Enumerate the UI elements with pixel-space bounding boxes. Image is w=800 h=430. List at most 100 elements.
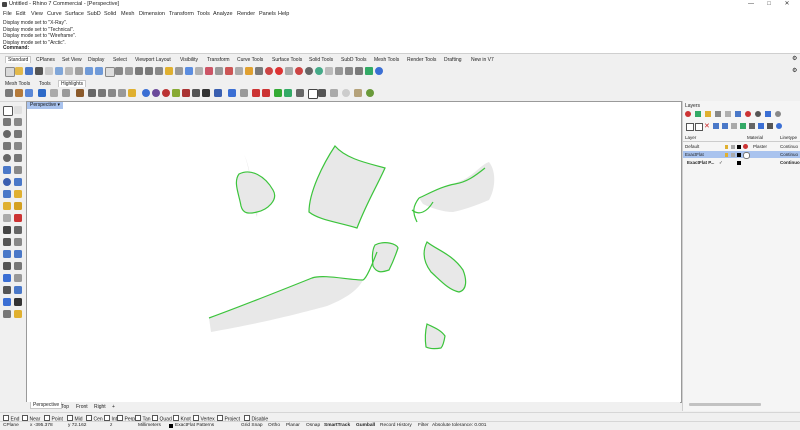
tab-render-tools[interactable]: Render Tools: [407, 57, 436, 63]
point-tool-icon[interactable]: [3, 118, 11, 126]
grid-icon[interactable]: [50, 89, 58, 97]
material-b-icon[interactable]: [182, 89, 190, 97]
environment-tab-icon[interactable]: [755, 111, 761, 117]
delete-layer-icon[interactable]: ✕: [704, 122, 710, 130]
box-icon[interactable]: [3, 190, 11, 198]
checkbox[interactable]: [86, 414, 92, 421]
menu-file[interactable]: File: [3, 11, 12, 17]
scale-icon[interactable]: [14, 262, 22, 270]
print-icon[interactable]: [35, 67, 43, 75]
layer-color-swatch[interactable]: [737, 160, 741, 165]
lock-icon[interactable]: [255, 67, 263, 75]
polygon-tool-icon[interactable]: [14, 154, 22, 162]
light-tab-icon[interactable]: [725, 111, 731, 117]
checkbox[interactable]: [217, 414, 223, 421]
pattern-icon[interactable]: [76, 89, 84, 97]
new-file-icon[interactable]: [5, 67, 15, 77]
pattern-piece-2[interactable]: [308, 145, 386, 229]
select-icon[interactable]: [215, 67, 223, 75]
texture-icon[interactable]: [240, 89, 248, 97]
checkbox[interactable]: [67, 414, 73, 421]
checkbox[interactable]: [173, 414, 179, 421]
command-prompt[interactable]: Command:: [3, 45, 29, 51]
grid-snap-toggle[interactable]: Grid Snap: [241, 423, 263, 428]
ruler-icon[interactable]: [296, 89, 304, 97]
color-wheel-icon[interactable]: [265, 67, 273, 75]
material-a-icon[interactable]: [172, 89, 180, 97]
tab-viewport-layout[interactable]: Viewport Layout: [135, 57, 171, 63]
settings-gear-icon[interactable]: ⚙: [792, 67, 797, 74]
point-icon[interactable]: [225, 67, 233, 75]
open-folder-icon[interactable]: [15, 67, 23, 75]
filter-icon[interactable]: [749, 123, 755, 129]
ortho-toggle[interactable]: Ortho: [268, 423, 280, 428]
menu-analyze[interactable]: Analyze: [213, 11, 233, 17]
named-views-tab-icon[interactable]: [735, 111, 741, 117]
layout-icon[interactable]: [3, 298, 11, 306]
pattern-piece-4[interactable]: [423, 241, 467, 293]
sphere-red-icon[interactable]: [162, 89, 170, 97]
tab-highlights[interactable]: Highlights: [58, 79, 86, 87]
header-material[interactable]: Material: [747, 134, 763, 141]
cplane-label[interactable]: CPlane: [3, 423, 19, 428]
menu-edit[interactable]: Edit: [16, 11, 25, 17]
filter-toggle[interactable]: Filter: [418, 423, 429, 428]
rotate-icon[interactable]: [3, 262, 11, 270]
paste-icon[interactable]: [75, 67, 83, 75]
rendering-tab-icon[interactable]: [775, 111, 781, 117]
material-sphere-icon[interactable]: [743, 152, 750, 159]
copy-icon[interactable]: [65, 67, 73, 75]
checkmark-icon[interactable]: [38, 89, 46, 97]
history-icon[interactable]: [3, 310, 11, 318]
cplane-icon[interactable]: [205, 67, 213, 75]
tab-curve-tools[interactable]: Curve Tools: [237, 57, 263, 63]
planar-toggle[interactable]: Planar: [286, 423, 300, 428]
tab-top[interactable]: Top: [61, 404, 69, 410]
select-arrow-icon[interactable]: [3, 106, 13, 116]
offset-icon[interactable]: [14, 238, 22, 246]
arc-tool-icon[interactable]: [14, 142, 22, 150]
options-icon[interactable]: [325, 67, 333, 75]
ellipse-tool-icon[interactable]: [3, 154, 11, 162]
checkbox[interactable]: [244, 414, 250, 421]
hide-icon[interactable]: [235, 67, 243, 75]
save-icon[interactable]: [25, 67, 33, 75]
checkbox[interactable]: [117, 414, 123, 421]
explode-icon[interactable]: [3, 238, 11, 246]
pan-icon[interactable]: [105, 67, 115, 77]
menu-mesh[interactable]: Mesh: [121, 11, 134, 17]
zoom-window-icon[interactable]: [145, 67, 153, 75]
layer-help-icon[interactable]: [776, 123, 782, 129]
hand-icon[interactable]: [115, 67, 123, 75]
menu-help[interactable]: Help: [278, 11, 289, 17]
solid-tool-icon[interactable]: [3, 178, 11, 186]
menu-transform[interactable]: Transform: [169, 11, 194, 17]
seam-icon[interactable]: [88, 89, 96, 97]
material-sphere-icon[interactable]: [743, 144, 748, 149]
material-icon[interactable]: [285, 67, 293, 75]
join-icon[interactable]: [14, 226, 22, 234]
mesh-tool-icon[interactable]: [3, 214, 11, 222]
four-view-icon[interactable]: [195, 67, 203, 75]
new-layer-icon[interactable]: [686, 123, 694, 131]
menu-dimension[interactable]: Dimension: [139, 11, 165, 17]
lock-icon[interactable]: [731, 144, 735, 149]
dimension-tool-icon[interactable]: [3, 274, 11, 282]
environment-icon[interactable]: [315, 67, 323, 75]
header-layer[interactable]: Layer: [685, 134, 696, 141]
display-tab-icon[interactable]: [705, 111, 711, 117]
checkbox[interactable]: [104, 414, 110, 421]
layer-color-swatch[interactable]: [737, 144, 741, 149]
globe-icon[interactable]: [142, 89, 150, 97]
checkbox[interactable]: [152, 414, 158, 421]
zoom-extents-icon[interactable]: [155, 67, 163, 75]
flatten-icon[interactable]: [25, 89, 33, 97]
tab-standard[interactable]: Standard: [5, 55, 32, 63]
cloud-icon[interactable]: [62, 89, 70, 97]
surface-tool-icon[interactable]: [3, 166, 11, 174]
materials-tab-icon[interactable]: [745, 111, 751, 117]
cutter-icon[interactable]: [262, 89, 270, 97]
chevron-down-icon[interactable]: ▾: [58, 102, 61, 108]
tab-right[interactable]: Right: [94, 404, 106, 410]
material-c-icon[interactable]: [192, 89, 200, 97]
